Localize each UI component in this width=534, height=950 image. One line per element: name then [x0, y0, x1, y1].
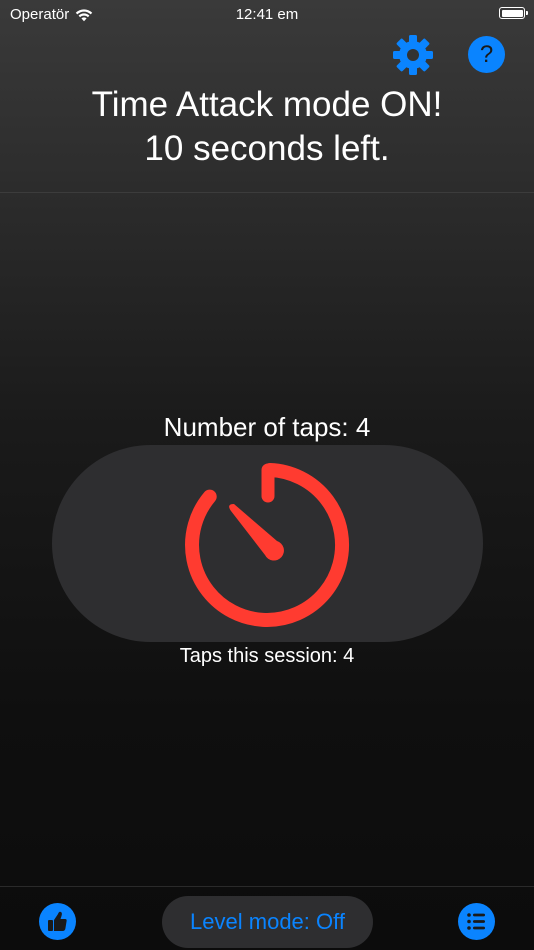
- app-screen: Operatör 12:41 em ? Time Attack mode ON!…: [0, 0, 534, 950]
- bottom-divider: [0, 886, 534, 887]
- question-mark-icon: ?: [479, 40, 494, 68]
- session-taps-label: Taps this session: 4: [179, 645, 355, 667]
- level-mode-button[interactable]: Level mode: Off: [162, 896, 373, 948]
- list-button[interactable]: [458, 903, 495, 940]
- header-divider: [0, 192, 534, 193]
- mode-status-line: Time Attack mode ON!: [91, 85, 443, 124]
- like-button[interactable]: [39, 903, 76, 940]
- settings-button[interactable]: [392, 34, 434, 76]
- help-button[interactable]: ?: [468, 36, 505, 73]
- taps-count-label: Number of taps: 4: [163, 412, 371, 442]
- thumbs-up-icon: [48, 911, 67, 931]
- time-left-line: 10 seconds left.: [144, 129, 390, 168]
- list-icon: [467, 913, 485, 930]
- gear-icon: [393, 35, 433, 75]
- stopwatch-icon: [185, 463, 350, 627]
- status-bar: Operatör 12:41 em: [0, 0, 534, 30]
- mode-status-message: Time Attack mode ON! 10 seconds left.: [0, 83, 534, 171]
- status-time: 12:41 em: [235, 6, 299, 23]
- battery-icon: [499, 7, 528, 19]
